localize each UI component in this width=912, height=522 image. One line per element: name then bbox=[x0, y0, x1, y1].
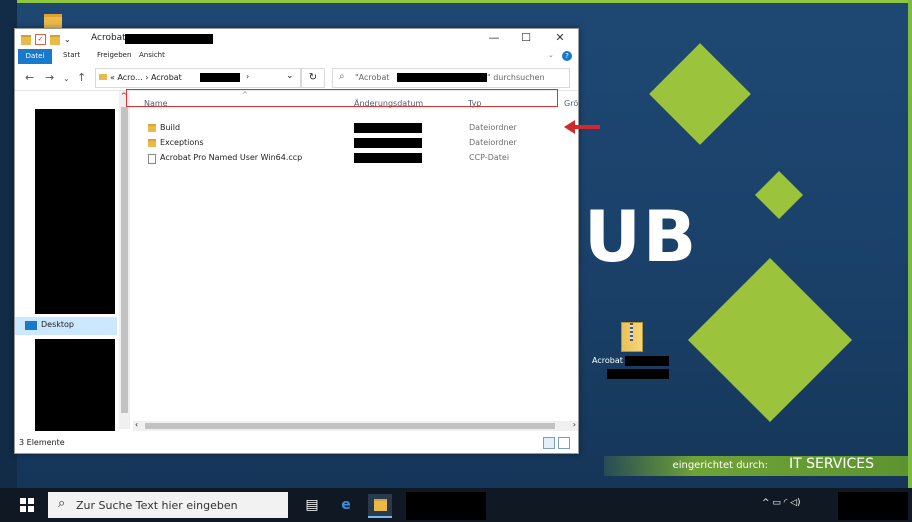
folder-icon bbox=[373, 499, 387, 511]
it-services-banner: eingerichtet durch: IT SERVICES bbox=[604, 456, 908, 476]
title-bar: ✓ ⌄ Acrobat — ☐ ✕ bbox=[15, 29, 578, 49]
tab-start[interactable]: Start bbox=[63, 51, 80, 59]
column-header-size[interactable]: Grö bbox=[564, 99, 578, 108]
redacted-date bbox=[354, 123, 422, 133]
address-row: ← → ⌄ ↑ « Acro... › Acrobat › ⌄ ↻ ⌕ "Acr… bbox=[15, 66, 578, 91]
window-title: Acrobat bbox=[91, 33, 126, 43]
horizontal-scrollbar[interactable]: ‹ › bbox=[133, 420, 578, 431]
customize-toolbar-icon[interactable]: ⌄ bbox=[64, 35, 71, 44]
file-list: Name ^ Änderungsdatum Typ Grö Build Date… bbox=[132, 91, 578, 421]
ribbon-tabs: Datei Start Freigeben Ansicht ⌄ ? bbox=[15, 49, 578, 64]
task-view-icon[interactable]: ▤ bbox=[300, 494, 324, 516]
system-tray[interactable]: ^ ▭ ◜ ◁) bbox=[762, 498, 801, 508]
large-icons-view-icon[interactable] bbox=[558, 437, 570, 449]
minimize-button[interactable]: — bbox=[480, 31, 508, 47]
taskbar: ⌕ Zur Suche Text hier eingeben ▤ e ^ ▭ ◜… bbox=[0, 488, 912, 522]
nav-scrollbar[interactable]: ^ bbox=[119, 91, 130, 429]
tab-datei[interactable]: Datei bbox=[18, 49, 52, 64]
redacted-search bbox=[397, 73, 487, 82]
folder-icon bbox=[99, 74, 107, 80]
brand-lettering: UB bbox=[584, 196, 698, 278]
edge-browser-icon[interactable]: e bbox=[334, 494, 358, 516]
folder-icon bbox=[148, 124, 156, 132]
file-row[interactable]: Exceptions Dateiordner bbox=[146, 137, 576, 150]
recent-locations-icon[interactable]: ⌄ bbox=[63, 74, 70, 83]
forward-arrow-icon[interactable]: → bbox=[45, 71, 54, 84]
scroll-right-icon[interactable]: › bbox=[573, 420, 576, 429]
path-chevron-icon[interactable]: › bbox=[246, 72, 249, 81]
zip-archive-icon[interactable] bbox=[621, 322, 643, 352]
expand-ribbon-icon[interactable]: ⌄ bbox=[548, 51, 554, 59]
redacted-clock bbox=[838, 492, 908, 520]
folder-icon bbox=[148, 139, 156, 147]
address-path[interactable]: « Acro... › Acrobat bbox=[110, 73, 182, 82]
green-diamond-large-top bbox=[649, 43, 751, 145]
green-diamond-large-bottom bbox=[687, 257, 853, 423]
file-row[interactable]: Build Dateiordner bbox=[146, 122, 576, 135]
scroll-left-icon[interactable]: ‹ bbox=[135, 420, 138, 429]
file-type: Dateiordner bbox=[469, 138, 517, 147]
nav-item-label: Desktop bbox=[41, 320, 74, 329]
search-placeholder-prefix: "Acrobat bbox=[355, 73, 390, 82]
desktop-right-strip bbox=[908, 0, 912, 488]
new-folder-icon[interactable] bbox=[50, 34, 60, 45]
address-bar[interactable]: « Acro... › Acrobat › ⌄ bbox=[95, 68, 301, 88]
item-count: 3 Elemente bbox=[19, 438, 65, 447]
file-type: Dateiordner bbox=[469, 123, 517, 132]
properties-icon[interactable]: ✓ bbox=[35, 34, 46, 45]
close-button[interactable]: ✕ bbox=[546, 31, 574, 47]
green-diamond-small bbox=[754, 170, 804, 220]
document-icon bbox=[148, 154, 156, 164]
status-bar: 3 Elemente bbox=[15, 434, 578, 452]
search-icon: ⌕ bbox=[58, 496, 66, 511]
highlight-box bbox=[126, 89, 558, 107]
redacted-path bbox=[200, 73, 240, 82]
zip-file-label[interactable]: Acrobat bbox=[592, 356, 623, 365]
refresh-button[interactable]: ↻ bbox=[301, 68, 325, 88]
redacted-label-1 bbox=[625, 356, 669, 366]
banner-logo: IT SERVICES bbox=[788, 456, 874, 472]
redacted-date bbox=[354, 153, 422, 163]
redacted-label-2 bbox=[607, 369, 669, 379]
scroll-thumb[interactable] bbox=[121, 107, 128, 413]
search-icon: ⌕ bbox=[339, 71, 345, 82]
help-icon[interactable]: ? bbox=[562, 51, 572, 61]
file-type: CCP-Datei bbox=[469, 153, 510, 162]
quick-access-toolbar: ✓ ⌄ bbox=[21, 34, 71, 45]
redacted-nav-items-bottom bbox=[35, 339, 115, 431]
redacted-taskbar-app bbox=[406, 492, 486, 520]
taskbar-search-input[interactable]: ⌕ Zur Suche Text hier eingeben bbox=[48, 492, 288, 518]
search-input[interactable]: ⌕ "Acrobat " durchsuchen bbox=[332, 68, 570, 88]
desktop-icon bbox=[25, 321, 37, 330]
tab-freigeben[interactable]: Freigeben bbox=[97, 51, 131, 59]
redacted-date bbox=[354, 138, 422, 148]
red-arrow-shaft bbox=[574, 125, 600, 129]
navigation-pane: Desktop bbox=[15, 91, 131, 431]
windows-start-icon[interactable] bbox=[20, 498, 34, 512]
file-explorer-icon[interactable] bbox=[368, 494, 392, 518]
tab-ansicht[interactable]: Ansicht bbox=[139, 51, 165, 59]
scroll-thumb[interactable] bbox=[145, 423, 555, 429]
redacted-nav-items-top bbox=[35, 109, 115, 314]
back-arrow-icon[interactable]: ← bbox=[25, 71, 34, 84]
redacted-title bbox=[125, 34, 213, 44]
top-accent-line bbox=[0, 0, 912, 3]
address-dropdown-icon[interactable]: ⌄ bbox=[286, 71, 294, 81]
banner-text: eingerichtet durch: bbox=[672, 460, 768, 471]
file-name: Acrobat Pro Named User Win64.ccp bbox=[160, 153, 303, 162]
brand-text: UB bbox=[584, 196, 699, 278]
folder-icon bbox=[21, 34, 31, 45]
search-placeholder-suffix: " durchsuchen bbox=[487, 73, 545, 82]
details-view-icon[interactable] bbox=[543, 437, 555, 449]
maximize-button[interactable]: ☐ bbox=[512, 31, 540, 47]
nav-item-desktop[interactable]: Desktop bbox=[15, 317, 117, 335]
taskbar-search-placeholder: Zur Suche Text hier eingeben bbox=[76, 499, 238, 512]
file-name: Exceptions bbox=[160, 138, 204, 147]
up-arrow-icon[interactable]: ↑ bbox=[77, 71, 86, 84]
file-row[interactable]: Acrobat Pro Named User Win64.ccp CCP-Dat… bbox=[146, 152, 576, 165]
file-name: Build bbox=[160, 123, 181, 132]
